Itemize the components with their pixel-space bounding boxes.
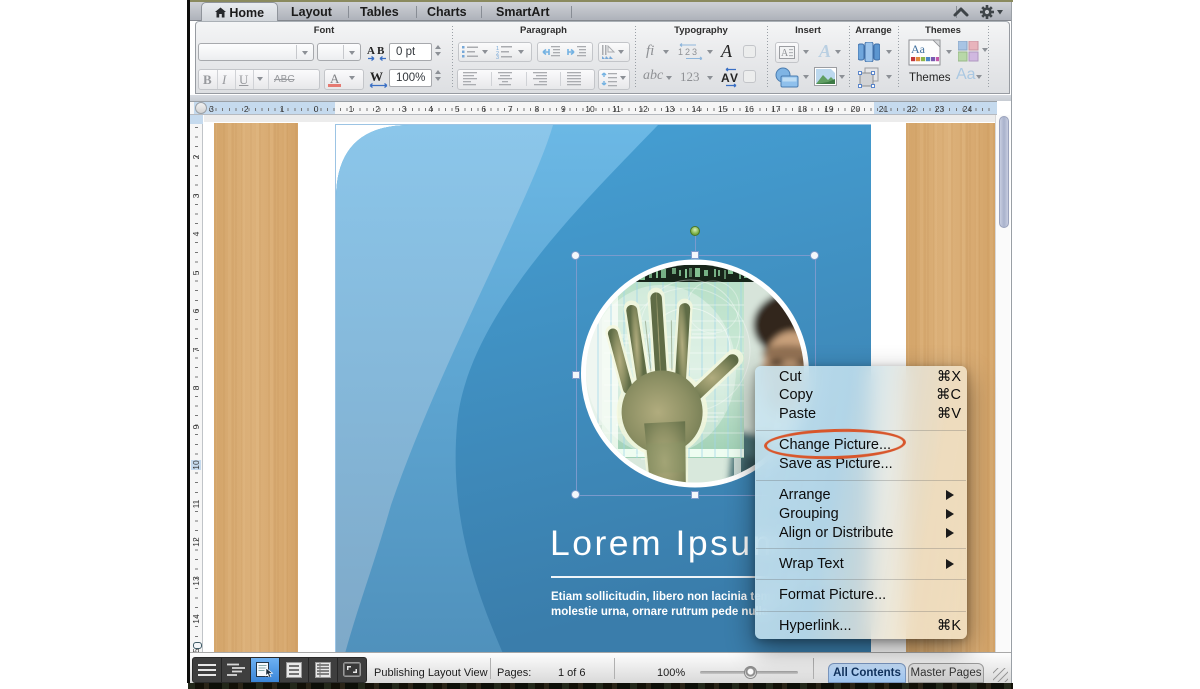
- svg-text:A: A: [367, 45, 375, 57]
- svg-text:B: B: [377, 45, 385, 57]
- svg-text:Aa: Aa: [911, 42, 926, 56]
- svg-text:A: A: [721, 71, 730, 85]
- svg-text:3: 3: [692, 47, 697, 57]
- svg-text:3: 3: [496, 55, 499, 59]
- svg-text:V: V: [730, 71, 738, 85]
- svg-text:A: A: [781, 48, 789, 59]
- svg-text:2: 2: [685, 47, 690, 57]
- svg-text:1: 1: [678, 47, 683, 57]
- svg-text:W: W: [370, 69, 383, 84]
